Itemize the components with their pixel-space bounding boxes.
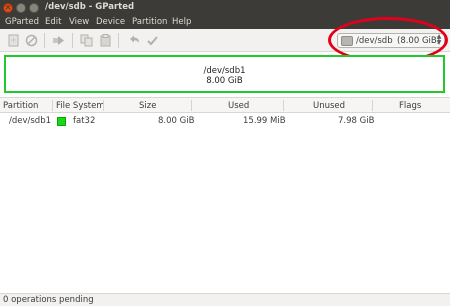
visual-partition-size: 8.00 GiB: [206, 76, 243, 86]
column-separator: [372, 100, 373, 111]
close-icon: ✕: [4, 3, 12, 12]
close-window-button[interactable]: ✕: [3, 3, 13, 13]
minimize-window-button[interactable]: [16, 3, 26, 13]
delete-icon: [25, 34, 38, 47]
column-unused[interactable]: Unused: [313, 101, 345, 111]
toolbar-separator: [44, 33, 45, 48]
resize-move-button[interactable]: [52, 34, 65, 47]
filesystem-color-swatch: [57, 117, 66, 126]
undo-icon: [130, 35, 139, 43]
toolbar-separator: [118, 33, 119, 48]
paste-button[interactable]: [99, 34, 112, 47]
cell-size: 8.00 GiB: [158, 116, 195, 126]
maximize-window-button[interactable]: [29, 3, 39, 13]
column-used[interactable]: Used: [228, 101, 249, 111]
operations-pending: 0 operations pending: [3, 295, 94, 305]
toolbar-separator: [72, 33, 73, 48]
menu-partition[interactable]: Partition: [132, 17, 167, 27]
column-separator: [283, 100, 284, 111]
undo-button[interactable]: [127, 34, 140, 47]
column-separator: [52, 100, 53, 111]
column-separator: [191, 100, 192, 111]
copy-button[interactable]: [80, 34, 93, 47]
window-title: /dev/sdb - GParted: [45, 2, 135, 12]
visual-partition-name: /dev/sdb1: [203, 66, 246, 76]
cell-unused: 7.98 GiB: [338, 116, 375, 126]
copy-icon: [80, 34, 93, 47]
menu-gparted[interactable]: GParted: [5, 17, 39, 27]
apply-button[interactable]: [146, 34, 159, 47]
status-bar: 0 operations pending: [0, 293, 450, 306]
menu-edit[interactable]: Edit: [45, 17, 61, 27]
column-filesystem[interactable]: File System: [56, 101, 105, 111]
cell-used: 15.99 MiB: [243, 116, 286, 126]
table-header: Partition File System Size Used Unused F…: [0, 98, 450, 113]
menu-help[interactable]: Help: [172, 17, 191, 27]
partition-table: Partition File System Size Used Unused F…: [0, 97, 450, 293]
menu-device[interactable]: Device: [96, 17, 125, 27]
partition-visual[interactable]: /dev/sdb1 8.00 GiB: [4, 55, 445, 93]
resize-move-icon: [53, 36, 64, 45]
cell-filesystem: fat32: [73, 116, 96, 126]
delete-partition-button[interactable]: [25, 34, 38, 47]
menu-view[interactable]: View: [69, 17, 89, 27]
new-partition-icon: [8, 34, 19, 47]
paste-icon: [100, 34, 111, 47]
column-partition[interactable]: Partition: [3, 101, 38, 111]
column-separator: [103, 100, 104, 111]
cell-partition: /dev/sdb1: [9, 116, 52, 126]
column-flags[interactable]: Flags: [399, 101, 421, 111]
column-size[interactable]: Size: [139, 101, 156, 111]
table-row[interactable]: /dev/sdb1 fat32 8.00 GiB 15.99 MiB 7.98 …: [0, 114, 450, 127]
apply-checkmark-icon: [147, 36, 158, 46]
new-partition-button[interactable]: [7, 34, 20, 47]
title-bar: ✕ /dev/sdb - GParted: [0, 0, 450, 16]
